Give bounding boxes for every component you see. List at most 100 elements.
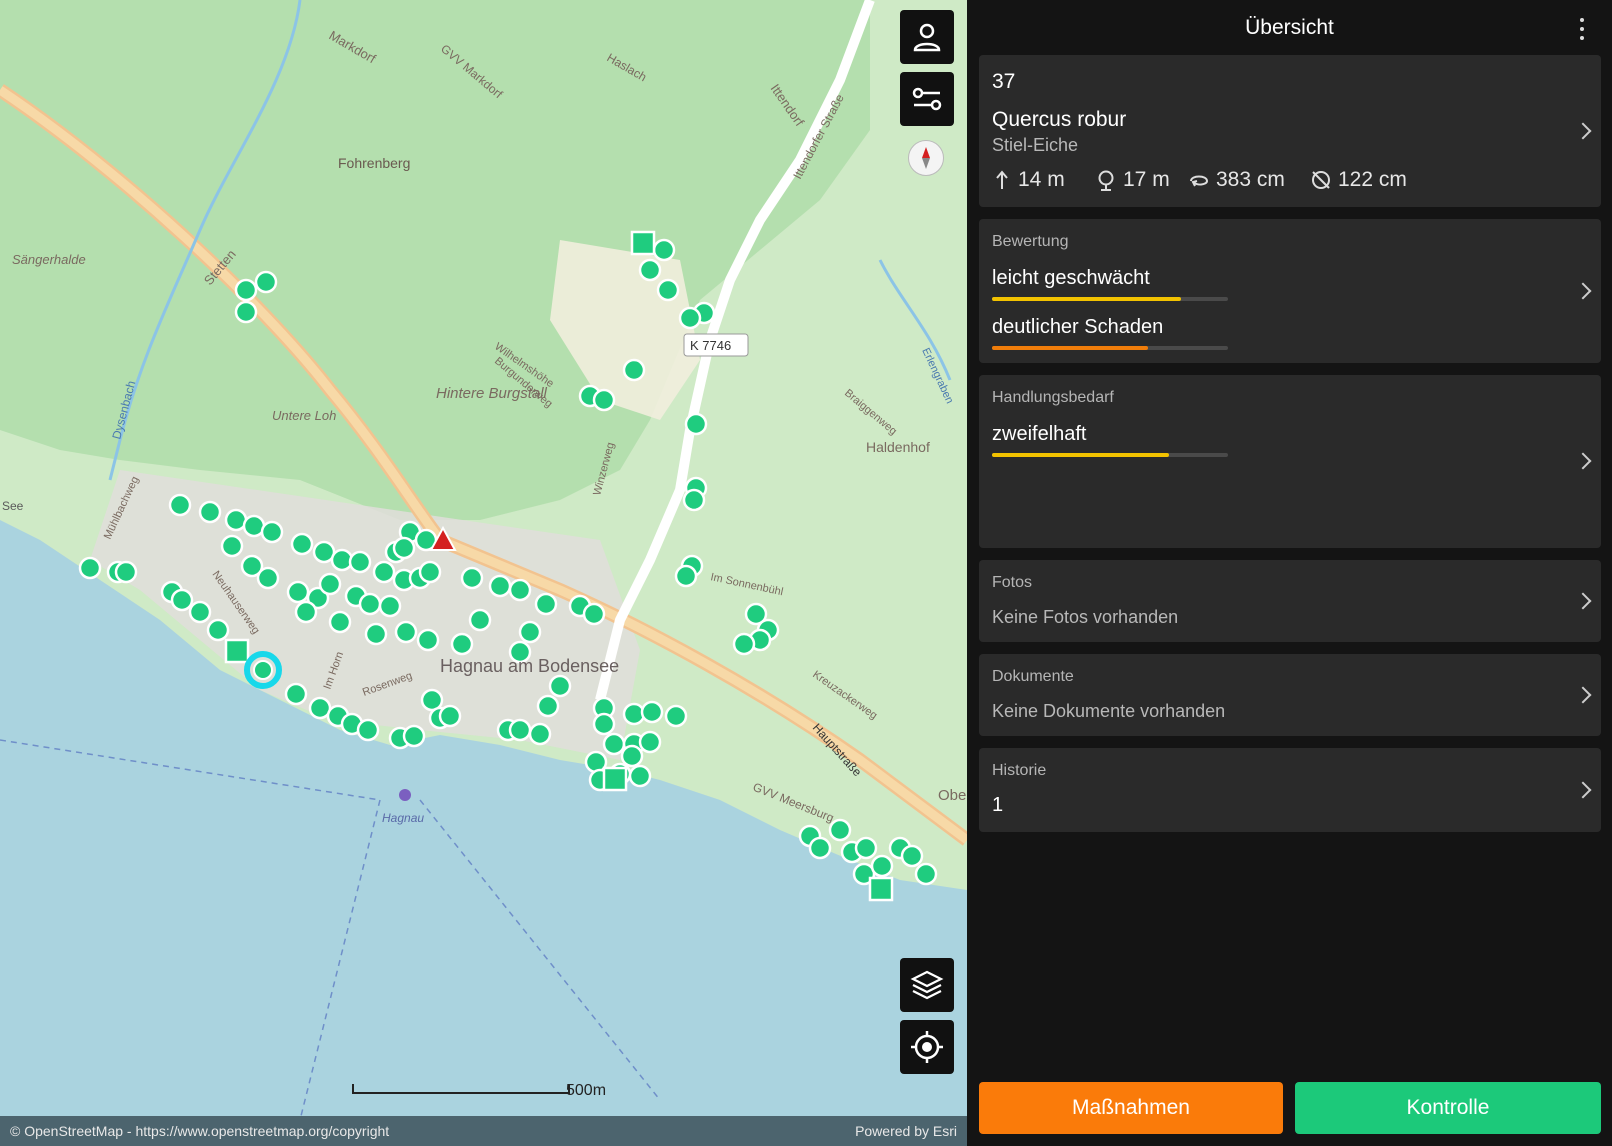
tree-marker xyxy=(732,632,756,656)
species-latin: Quercus robur xyxy=(992,108,1127,131)
tree-marker xyxy=(114,560,138,584)
tree-marker xyxy=(234,300,258,324)
chevron-right-icon xyxy=(1574,122,1592,140)
tree-marker xyxy=(682,488,706,512)
label-obe: Obe xyxy=(938,787,966,804)
historie-label: Historie xyxy=(992,762,1047,779)
tree-marker xyxy=(206,618,230,642)
height-arrow-icon xyxy=(996,170,1008,189)
layers-icon xyxy=(910,970,944,1000)
tree-marker xyxy=(592,712,616,736)
scale-bar xyxy=(352,1084,570,1094)
attribution-osm[interactable]: © OpenStreetMap - https://www.openstreet… xyxy=(10,1123,389,1139)
tree-marker xyxy=(294,600,318,624)
height-metric: 14 m xyxy=(992,168,1065,192)
circumference-value: 383 cm xyxy=(1216,168,1285,191)
panel-title: Übersicht xyxy=(1245,16,1334,39)
fotos-card[interactable]: Fotos Keine Fotos vorhanden xyxy=(979,560,1601,642)
compass-button[interactable] xyxy=(908,140,944,176)
bewertung-bar-1 xyxy=(992,297,1228,301)
map-view[interactable]: Markdorf GVV Markdorf Haslach Ittendorf … xyxy=(0,0,967,1146)
tree-marker xyxy=(394,620,418,644)
tree-marker xyxy=(508,718,532,742)
chevron-right-icon xyxy=(1574,592,1592,610)
attribution-esri: Powered by Esri xyxy=(855,1123,957,1139)
bewertung-bar-2-fill xyxy=(992,346,1148,350)
historie-card[interactable]: Historie 1 xyxy=(979,748,1601,832)
user-button[interactable] xyxy=(900,10,954,64)
layers-button[interactable] xyxy=(900,958,954,1012)
fotos-value: Keine Fotos vorhanden xyxy=(992,607,1179,627)
tree-marker xyxy=(548,674,572,698)
species-german: Stiel-Eiche xyxy=(992,135,1079,155)
square-marker xyxy=(868,876,894,902)
tree-marker xyxy=(678,306,702,330)
circumference-metric: 383 cm xyxy=(1188,168,1285,192)
massnahmen-button[interactable]: Maßnahmen xyxy=(979,1082,1283,1134)
tree-marker xyxy=(602,732,626,756)
locate-button[interactable] xyxy=(900,1020,954,1074)
tree-marker xyxy=(416,628,440,652)
label-town: Hagnau am Bodensee xyxy=(440,656,619,676)
handlungsbedarf-bar xyxy=(992,453,1228,457)
kontrolle-button[interactable]: Kontrolle xyxy=(1295,1082,1601,1134)
tree-marker xyxy=(78,556,102,580)
label-k7746: K 7746 xyxy=(690,338,731,353)
tree-marker xyxy=(638,258,662,282)
label-see: See xyxy=(2,499,24,513)
label-fohrenberg: Fohrenberg xyxy=(338,155,410,171)
handlungsbedarf-bar-fill xyxy=(992,453,1169,457)
tree-marker xyxy=(508,578,532,602)
circumference-icon xyxy=(1190,175,1209,187)
bewertung-item-2: deutlicher Schaden xyxy=(992,316,1164,338)
tree-marker xyxy=(284,682,308,706)
map-canvas[interactable]: Markdorf GVV Markdorf Haslach Ittendorf … xyxy=(0,0,967,1146)
tree-marker xyxy=(234,278,258,302)
chevron-right-icon xyxy=(1574,781,1592,799)
handlungsbedarf-label: Handlungsbedarf xyxy=(992,389,1114,406)
tree-marker xyxy=(188,600,212,624)
bewertung-card[interactable]: Bewertung leicht geschwächt deutlicher S… xyxy=(979,219,1601,363)
height-value: 14 m xyxy=(1018,168,1065,191)
bewertung-bar-1-fill xyxy=(992,297,1181,301)
tree-marker xyxy=(664,704,688,728)
chevron-right-icon xyxy=(1574,282,1592,300)
dokumente-label: Dokumente xyxy=(992,668,1074,685)
tree-marker xyxy=(378,594,402,618)
square-marker xyxy=(630,230,656,256)
label-saengerhalde: Sängerhalde xyxy=(12,252,86,267)
tree-marker xyxy=(392,536,416,560)
tree-marker xyxy=(450,632,474,656)
filter-button[interactable] xyxy=(900,72,954,126)
tree-marker xyxy=(528,722,552,746)
tree-marker xyxy=(638,730,662,754)
label-untere-loh: Untere Loh xyxy=(272,408,336,423)
diameter-icon xyxy=(1312,171,1330,189)
tree-marker xyxy=(348,550,372,574)
more-menu-icon[interactable] xyxy=(1579,18,1585,40)
tree-marker xyxy=(286,580,310,604)
square-marker xyxy=(602,766,628,792)
tree-marker xyxy=(170,588,194,612)
crosshair-icon xyxy=(911,1031,943,1063)
tree-marker xyxy=(652,238,676,262)
diameter-value: 122 cm xyxy=(1338,168,1407,191)
tree-marker xyxy=(402,724,426,748)
tree-marker xyxy=(808,836,832,860)
chevron-right-icon xyxy=(1574,686,1592,704)
tree-marker xyxy=(418,560,442,584)
tree-marker xyxy=(870,854,894,878)
tree-marker xyxy=(198,500,222,524)
tree-marker xyxy=(256,566,280,590)
tree-number: 37 xyxy=(992,70,1016,93)
dokumente-card[interactable]: Dokumente Keine Dokumente vorhanden xyxy=(979,654,1601,736)
tree-marker xyxy=(364,622,388,646)
tree-marker xyxy=(438,704,462,728)
handlungsbedarf-card[interactable]: Handlungsbedarf zweifelhaft xyxy=(979,375,1601,548)
tree-marker xyxy=(220,534,244,558)
tree-marker xyxy=(674,564,698,588)
tree-marker xyxy=(914,862,938,886)
tree-summary-card[interactable]: 37 Quercus robur Stiel-Eiche 14 m 17 m 3… xyxy=(979,55,1601,207)
tree-marker xyxy=(656,278,680,302)
tree-marker xyxy=(518,620,542,644)
